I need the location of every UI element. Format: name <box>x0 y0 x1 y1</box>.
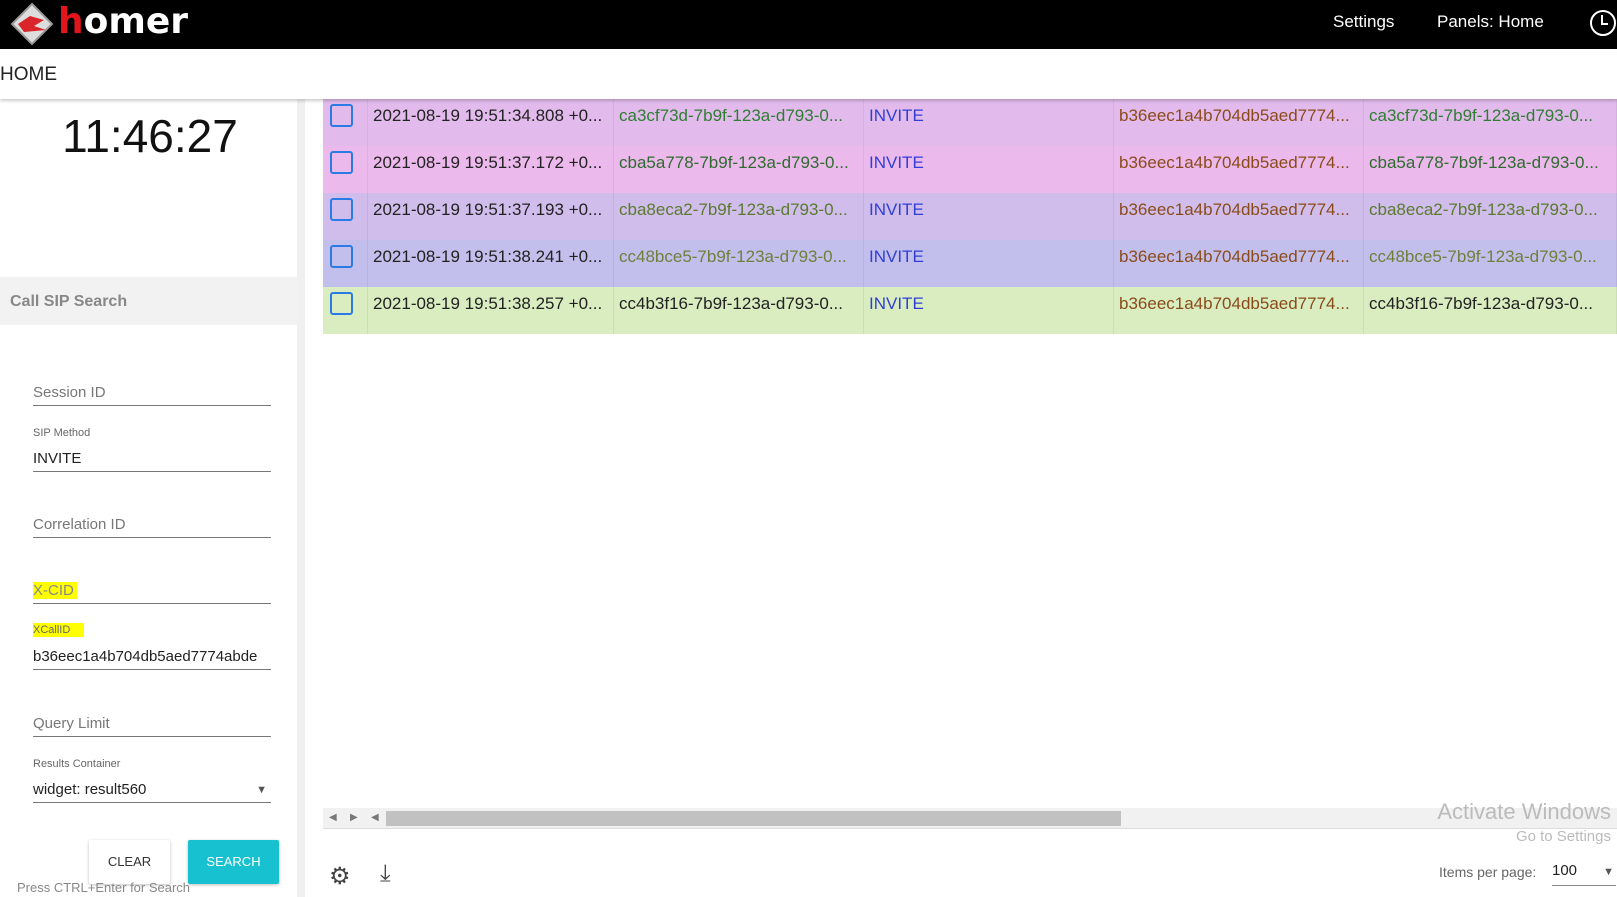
xcallid-input[interactable]: b36eec1a4b704db5aed7774abde <box>33 646 271 670</box>
settings-link[interactable]: Settings <box>1333 12 1394 32</box>
sip-method-label: SIP Method <box>33 427 91 439</box>
cell-user[interactable]: b36eec1a4b704db5aed7774... <box>1114 240 1364 287</box>
cell-user[interactable]: b36eec1a4b704db5aed7774... <box>1114 99 1364 146</box>
scroll-left-icon[interactable]: ◀ <box>371 812 379 823</box>
row-checkbox[interactable] <box>330 198 353 221</box>
items-per-page-label: Items per page: <box>1439 864 1537 880</box>
scroll-right-icon[interactable]: ▶ <box>350 812 358 823</box>
gear-icon[interactable]: ⚙ <box>329 862 351 891</box>
cell-callid[interactable]: cc48bce5-7b9f-123a-d793-0... <box>614 240 864 287</box>
cell-date[interactable]: 2021-08-19 19:51:38.257 +0... <box>368 287 614 334</box>
results-container-select[interactable]: widget: result560 ▼ <box>33 779 271 803</box>
cell-user[interactable]: b36eec1a4b704db5aed7774... <box>1114 287 1364 334</box>
checkbox-cell <box>323 287 368 334</box>
checkbox-cell <box>323 99 368 146</box>
xcid-input[interactable]: X-CID <box>33 580 271 604</box>
cell-callid2[interactable]: cc48bce5-7b9f-123a-d793-0... <box>1364 240 1617 287</box>
cell-method[interactable]: INVITE <box>864 193 1114 240</box>
cell-user[interactable]: b36eec1a4b704db5aed7774... <box>1114 193 1364 240</box>
table-row[interactable]: 2021-08-19 19:51:37.172 +0... cba5a778-7b… <box>323 146 1617 193</box>
sip-method-input[interactable]: INVITE <box>33 448 271 472</box>
search-panel-header: Call SIP Search <box>0 277 297 325</box>
clock-widget: 11:46:27 <box>62 110 238 162</box>
table-row[interactable]: 2021-08-19 19:51:38.241 +0... cc48bce5-7b… <box>323 240 1617 287</box>
checkbox-cell <box>323 146 368 193</box>
cell-date[interactable]: 2021-08-19 19:51:38.241 +0... <box>368 240 614 287</box>
cell-callid2[interactable]: ca3cf73d-7b9f-123a-d793-0... <box>1364 99 1617 146</box>
chevron-down-icon: ▼ <box>256 784 267 796</box>
row-checkbox[interactable] <box>330 245 353 268</box>
horizontal-scrollbar[interactable]: ◀ ▶ ◀ <box>323 808 1617 829</box>
cell-user[interactable]: b36eec1a4b704db5aed7774... <box>1114 146 1364 193</box>
table-row[interactable]: 2021-08-19 19:51:34.808 +0... ca3cf73d-7b… <box>323 99 1617 146</box>
left-panel: 11:46:27 Call SIP Search Session ID SIP … <box>0 99 305 897</box>
brand[interactable]: homer <box>58 0 188 44</box>
cell-method[interactable]: INVITE <box>864 240 1114 287</box>
homer-logo-icon <box>10 2 54 46</box>
breadcrumb: HOME <box>0 64 57 85</box>
cell-callid2[interactable]: cba8eca2-7b9f-123a-d793-0... <box>1364 193 1617 240</box>
scroll-left-icon[interactable]: ◀ <box>329 812 337 823</box>
row-checkbox[interactable] <box>330 292 353 315</box>
cell-callid2[interactable]: cba5a778-7b9f-123a-d793-0... <box>1364 146 1617 193</box>
correlation-id-input[interactable]: Correlation ID <box>33 514 271 538</box>
clear-button[interactable]: CLEAR <box>89 840 170 884</box>
cell-date[interactable]: 2021-08-19 19:51:34.808 +0... <box>368 99 614 146</box>
panels-menu[interactable]: Panels: Home <box>1437 12 1544 32</box>
cell-method[interactable]: INVITE <box>864 146 1114 193</box>
cell-callid[interactable]: ca3cf73d-7b9f-123a-d793-0... <box>614 99 864 146</box>
results-container-label: Results Container <box>33 758 121 770</box>
cell-callid2[interactable]: cc4b3f16-7b9f-123a-d793-0... <box>1364 287 1617 334</box>
search-button[interactable]: SEARCH <box>188 840 279 884</box>
xcallid-label: XCallID <box>33 623 85 637</box>
table-row[interactable]: 2021-08-19 19:51:37.193 +0... cba8eca2-7b… <box>323 193 1617 240</box>
clock-icon[interactable] <box>1590 10 1616 36</box>
activation-watermark-sub: Go to Settings <box>1515 828 1611 845</box>
cell-callid[interactable]: cba8eca2-7b9f-123a-d793-0... <box>614 193 864 240</box>
top-bar: homer Settings Panels: Home <box>0 0 1617 49</box>
cell-method[interactable]: INVITE <box>864 287 1114 334</box>
cell-date[interactable]: 2021-08-19 19:51:37.172 +0... <box>368 146 614 193</box>
table-row[interactable]: 2021-08-19 19:51:38.257 +0... cc4b3f16-7b… <box>323 287 1617 334</box>
chevron-down-icon: ▼ <box>1603 866 1614 878</box>
checkbox-cell <box>323 240 368 287</box>
query-limit-input[interactable]: Query Limit <box>33 713 271 737</box>
checkbox-cell <box>323 193 368 240</box>
items-per-page-select[interactable]: 100 ▼ <box>1552 862 1616 886</box>
cell-callid[interactable]: cc4b3f16-7b9f-123a-d793-0... <box>614 287 864 334</box>
scrollbar-thumb[interactable] <box>386 811 1121 826</box>
row-checkbox[interactable] <box>330 104 353 127</box>
row-checkbox[interactable] <box>330 151 353 174</box>
breadcrumb-bar: HOME <box>0 49 1617 99</box>
search-hint: Press CTRL+Enter for Search <box>17 880 191 895</box>
cell-method[interactable]: INVITE <box>864 99 1114 146</box>
session-id-input[interactable]: Session ID <box>33 382 271 406</box>
cell-date[interactable]: 2021-08-19 19:51:37.193 +0... <box>368 193 614 240</box>
download-icon[interactable]: ⤓ <box>380 860 391 888</box>
cell-callid[interactable]: cba5a778-7b9f-123a-d793-0... <box>614 146 864 193</box>
